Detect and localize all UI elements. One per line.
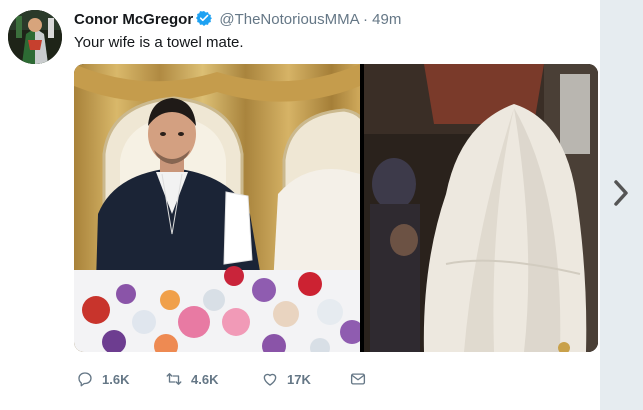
author-avatar[interactable] <box>8 10 62 64</box>
chevron-right-icon <box>614 180 628 206</box>
direct-message-button[interactable] <box>349 368 375 390</box>
envelope-icon <box>350 373 366 385</box>
media-grid <box>74 64 598 352</box>
retweet-icon <box>166 373 182 385</box>
photo-veiled-bride[interactable] <box>364 64 598 352</box>
verified-badge-icon <box>196 10 213 26</box>
tweet-timestamp[interactable]: 49m <box>372 11 401 28</box>
reply-icon <box>78 372 92 387</box>
tweet-text: Your wife is a towel mate. <box>74 34 244 51</box>
reply-button[interactable]: 1.6K <box>76 368 129 390</box>
next-tweet-button[interactable] <box>612 178 630 208</box>
author-handle[interactable]: @TheNotoriousMMA <box>219 11 358 28</box>
tweet-header: Conor McGregor @TheNotoriousMMA · 49m <box>74 10 401 30</box>
like-count: 17K <box>287 371 311 387</box>
like-button[interactable]: 17K <box>261 368 311 390</box>
avatar-image <box>8 10 62 64</box>
heart-icon <box>263 373 277 386</box>
reply-count: 1.6K <box>102 371 130 387</box>
retweet-button[interactable]: 4.6K <box>165 368 218 390</box>
author-name[interactable]: Conor McGregor <box>74 11 193 28</box>
tweet-card: Conor McGregor @TheNotoriousMMA · 49m Yo… <box>0 0 600 410</box>
retweet-count: 4.6K <box>191 371 219 387</box>
header-separator: · <box>362 11 368 28</box>
tweet-actions: 1.6K 4.6K 17K <box>74 368 404 390</box>
photo-wedding-groom[interactable] <box>74 64 376 352</box>
